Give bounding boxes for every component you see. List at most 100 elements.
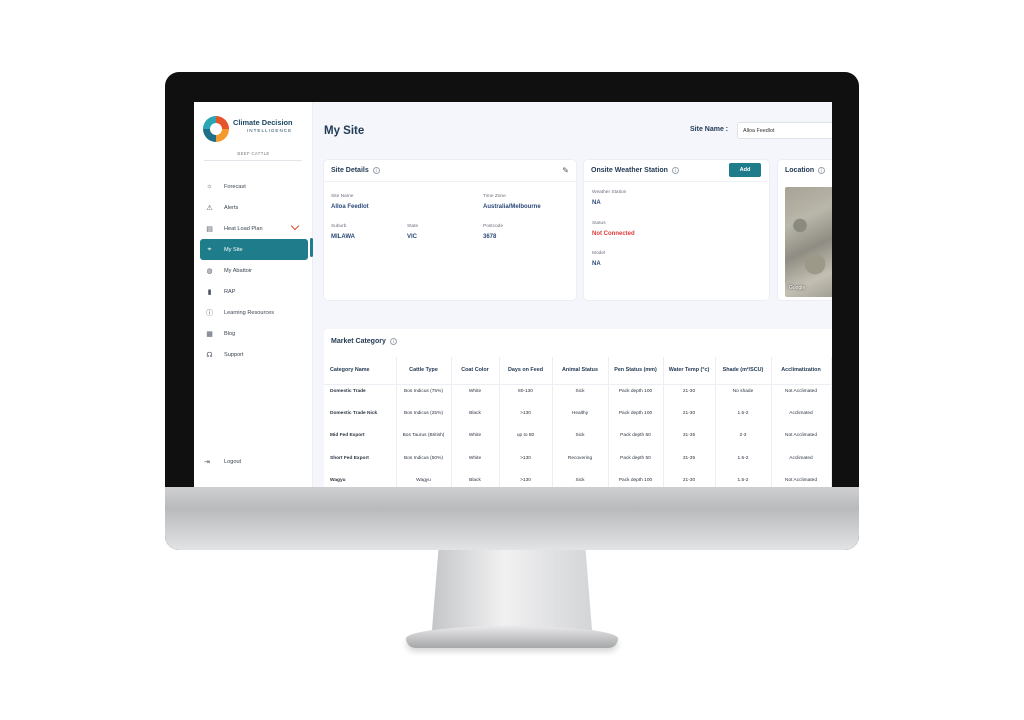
column-header[interactable]: Animal Status (552, 357, 609, 385)
table-cell: Bos Indicus (75%) (396, 384, 452, 407)
sidebar-item-blog[interactable]: ▦ Blog (200, 323, 308, 344)
card-title: Market Category i (331, 338, 397, 345)
table-cell: Not Acclimated (771, 384, 832, 407)
info-icon[interactable]: i (818, 167, 826, 174)
sidebar-item-rap[interactable]: ▮ RAP (200, 281, 308, 302)
sidebar-nav: ☼ Forecast ⚠ Alerts ▤ Heat Load Plan ⌖ M… (200, 176, 308, 365)
table-row[interactable]: Wagyu Wagyu Black >130 Sick Pack depth 1… (324, 474, 832, 487)
edit-icon[interactable]: ✎ (562, 166, 569, 175)
time-zone-label: Time Zone (483, 194, 506, 199)
state-value: VIC (407, 234, 418, 240)
column-header[interactable]: Shade (m²/SCU) (715, 357, 772, 385)
info-icon[interactable]: i (671, 167, 679, 174)
site-details-title: Site Details (331, 167, 369, 174)
sidebar-item-forecast[interactable]: ☼ Forecast (200, 176, 308, 197)
table-cell: Pack depth 100 (608, 406, 664, 429)
table-cell: 21-30 (663, 384, 716, 407)
column-header[interactable]: Category Name (324, 357, 397, 385)
sidebar-item-learning-resources[interactable]: ⓘ Learning Resources (200, 302, 308, 323)
sidebar-item-heat-load-plan[interactable]: ▤ Heat Load Plan (200, 218, 308, 239)
table-row[interactable]: Mid Fed Export Bos Taurus (British) Whit… (324, 429, 832, 452)
app-screen: Climate Decision INTELLIGENCE BEEF CATTL… (194, 102, 832, 487)
logout-button[interactable]: ⇥ Logout (204, 458, 241, 466)
logo-icon (203, 116, 229, 142)
table-cell: >130 (499, 406, 553, 429)
table-cell: Short Fed Export (324, 451, 397, 474)
table-cell: Pack depth 50 (608, 451, 664, 474)
table-cell: 21-30 (663, 474, 716, 487)
column-header[interactable]: Pen Status (mm) (608, 357, 664, 385)
logout-icon: ⇥ (204, 459, 210, 466)
bar-chart-icon: ▮ (207, 288, 212, 296)
table-cell: 80-130 (499, 384, 553, 407)
card-title: Site Details i (331, 167, 380, 174)
site-icon: ⌖ (207, 245, 212, 253)
table-cell: Not Acclimated (771, 474, 832, 487)
location-card: Location i Google (778, 160, 832, 300)
table-row[interactable]: Short Fed Export Bos Indicus (50%) White… (324, 451, 832, 474)
active-indicator (310, 238, 313, 257)
sidebar: Climate Decision INTELLIGENCE BEEF CATTL… (194, 102, 313, 487)
table-cell: White (451, 429, 500, 452)
page-title: My Site (324, 125, 365, 137)
chevron-down-icon[interactable] (290, 221, 300, 231)
column-header[interactable]: Cattle Type (396, 357, 452, 385)
site-name-select[interactable]: Alloa Feedlot (737, 122, 832, 139)
table-cell: Healthy (552, 406, 609, 429)
sidebar-item-support[interactable]: ☊ Support (200, 344, 308, 365)
map-attribution: Google (789, 285, 806, 291)
table-cell: 31-35 (663, 451, 716, 474)
site-name-label: Site Name : (690, 126, 729, 133)
table-cell: Wagyu (324, 474, 397, 487)
sidebar-item-alerts[interactable]: ⚠ Alerts (200, 197, 308, 218)
model-value: NA (592, 261, 601, 267)
site-details-card: Site Details i ✎ Site Name Alloa Feedlot… (324, 160, 576, 300)
table-cell: Not Acclimated (771, 429, 832, 452)
table-cell: Wagyu (396, 474, 452, 487)
table-cell: Acclimated (771, 451, 832, 474)
postcode-value: 3678 (483, 234, 497, 240)
table-cell: up to 80 (499, 429, 553, 452)
table-cell: Bos Indicus (50%) (396, 451, 452, 474)
sidebar-item-my-abattoir[interactable]: ◍ My Abattoir (200, 260, 308, 281)
sidebar-item-label: RAP (224, 288, 236, 295)
logout-label: Logout (224, 459, 242, 465)
blog-icon: ▦ (206, 330, 213, 338)
sidebar-item-label: Blog (224, 330, 236, 337)
status-label: Status (592, 221, 606, 226)
table-row[interactable]: Domestic Trade Bos Indicus (75%) White 8… (324, 384, 832, 407)
brand-logo[interactable]: Climate Decision INTELLIGENCE (203, 114, 303, 144)
plan-icon: ▤ (206, 225, 213, 233)
suburb-value: MILAWA (331, 234, 355, 240)
table-cell: Acclimated (771, 406, 832, 429)
brand-subtitle: INTELLIGENCE (247, 128, 293, 133)
table-cell: >130 (499, 474, 553, 487)
table-cell: Domestic Trade (324, 384, 397, 407)
monitor-chin (165, 487, 859, 550)
column-header[interactable]: Days on Feed (499, 357, 553, 385)
table-row[interactable]: Domestic Trade Nick Bos Indicus (25%) Bl… (324, 406, 832, 429)
column-header[interactable]: Water Temp (°c) (663, 357, 716, 385)
sidebar-item-label: Learning Resources (224, 309, 275, 316)
info-icon[interactable]: i (372, 167, 380, 174)
info-icon[interactable]: i (389, 338, 397, 345)
site-name-field-value: Alloa Feedlot (331, 204, 369, 210)
monitor-foot (406, 626, 618, 648)
sidebar-item-label: Forecast (224, 183, 246, 190)
column-header[interactable]: Coat Color (451, 357, 500, 385)
table-cell: 1.5-2 (715, 451, 772, 474)
table-cell: White (451, 384, 500, 407)
site-name-field-label: Site Name (331, 194, 354, 199)
warning-icon: ⚠ (206, 204, 213, 212)
column-header[interactable]: Acclimatization (771, 357, 832, 385)
weather-station-card: Onsite Weather Station i Add Weather Sta… (584, 160, 769, 300)
sidebar-divider (204, 160, 302, 161)
table-cell: 2-3 (715, 429, 772, 452)
sidebar-item-label: Heat Load Plan (224, 225, 263, 232)
satellite-map[interactable] (785, 187, 832, 297)
sidebar-item-my-site[interactable]: ⌖ My Site (200, 239, 308, 260)
market-category-title: Market Category (331, 338, 386, 345)
table-cell: Pack depth 50 (608, 429, 664, 452)
table-cell: Sick (552, 474, 609, 487)
add-station-button[interactable]: Add (729, 163, 761, 177)
